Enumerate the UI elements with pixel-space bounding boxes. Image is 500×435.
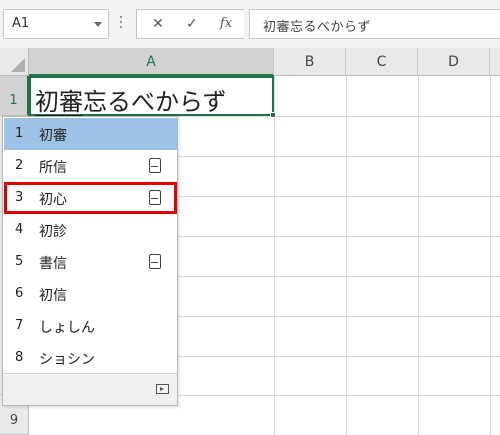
candidate-number: 1 bbox=[15, 126, 24, 141]
candidate-word: 初診 bbox=[39, 224, 67, 240]
candidate-number: 4 bbox=[15, 222, 24, 237]
candidate-item[interactable]: 6 初信 bbox=[4, 278, 177, 310]
candidate-item[interactable]: 1 初審 bbox=[4, 118, 177, 150]
fill-handle[interactable] bbox=[270, 112, 276, 118]
grid-line bbox=[418, 76, 419, 435]
cancel-icon[interactable]: ✕ bbox=[141, 10, 175, 40]
name-box-value: A1 bbox=[12, 16, 30, 31]
name-box[interactable]: A1 bbox=[3, 9, 109, 39]
candidate-number: 8 bbox=[15, 350, 24, 365]
ime-candidate-list: 1 初審 2 所信 3 初心 4 初診 5 書信 6 初信 7 しょしん 8 シ… bbox=[2, 116, 178, 406]
grid-line bbox=[490, 76, 491, 435]
candidate-word: 所信 bbox=[39, 160, 67, 176]
dictionary-icon[interactable] bbox=[149, 190, 161, 205]
select-all-triangle-icon bbox=[11, 58, 25, 72]
expand-view-icon[interactable] bbox=[156, 384, 169, 394]
candidate-item[interactable]: 8 ショシン bbox=[4, 342, 177, 374]
formula-input[interactable]: 初審忘るべからず bbox=[249, 9, 500, 39]
select-all-button[interactable] bbox=[0, 48, 29, 76]
candidate-word: 書信 bbox=[39, 256, 67, 272]
candidate-item[interactable]: 7 しょしん bbox=[4, 310, 177, 342]
ime-footer bbox=[3, 373, 177, 405]
grid-line bbox=[274, 76, 275, 435]
column-header-a[interactable]: A bbox=[29, 48, 274, 76]
enter-icon[interactable]: ✓ bbox=[175, 10, 209, 40]
candidate-word: 初審 bbox=[39, 128, 67, 144]
candidate-word: しょしん bbox=[39, 320, 95, 336]
dictionary-icon[interactable] bbox=[149, 158, 161, 173]
column-header-d[interactable]: D bbox=[418, 48, 490, 76]
chevron-down-icon[interactable] bbox=[94, 22, 102, 27]
cell-a1[interactable]: 初審忘るべからず bbox=[29, 76, 274, 116]
column-header-b[interactable]: B bbox=[274, 48, 346, 76]
candidate-item[interactable]: 2 所信 bbox=[4, 150, 177, 182]
candidate-word: ショシン bbox=[39, 352, 95, 368]
candidate-item-highlighted[interactable]: 3 初心 bbox=[4, 182, 177, 214]
cell-a1-text: 初審忘るべからず bbox=[35, 82, 227, 117]
candidate-number: 5 bbox=[15, 254, 24, 269]
column-header-e[interactable] bbox=[490, 48, 500, 76]
composition-rest-text: 忘るべからず bbox=[83, 88, 227, 116]
formula-bar: A1 ✕ ✓ fx 初審忘るべからず bbox=[0, 0, 500, 48]
composition-underlined-text: 初審 bbox=[35, 88, 83, 116]
candidate-number: 7 bbox=[15, 318, 24, 333]
candidate-word: 初心 bbox=[39, 192, 67, 208]
candidate-number: 6 bbox=[15, 286, 24, 301]
candidate-item[interactable]: 5 書信 bbox=[4, 246, 177, 278]
dictionary-icon[interactable] bbox=[149, 254, 161, 269]
formula-input-value: 初審忘るべからず bbox=[263, 20, 371, 35]
column-header-c[interactable]: C bbox=[346, 48, 418, 76]
row-header-1[interactable]: 1 bbox=[0, 76, 29, 116]
candidate-item[interactable]: 4 初診 bbox=[4, 214, 177, 246]
candidate-number: 3 bbox=[15, 190, 24, 205]
grid-line bbox=[346, 76, 347, 435]
candidate-word: 初信 bbox=[39, 288, 67, 304]
formula-buttons: ✕ ✓ fx bbox=[136, 9, 244, 39]
insert-function-icon[interactable]: fx bbox=[209, 10, 243, 40]
candidate-number: 2 bbox=[15, 158, 24, 173]
drag-handle-icon[interactable] bbox=[120, 16, 123, 30]
